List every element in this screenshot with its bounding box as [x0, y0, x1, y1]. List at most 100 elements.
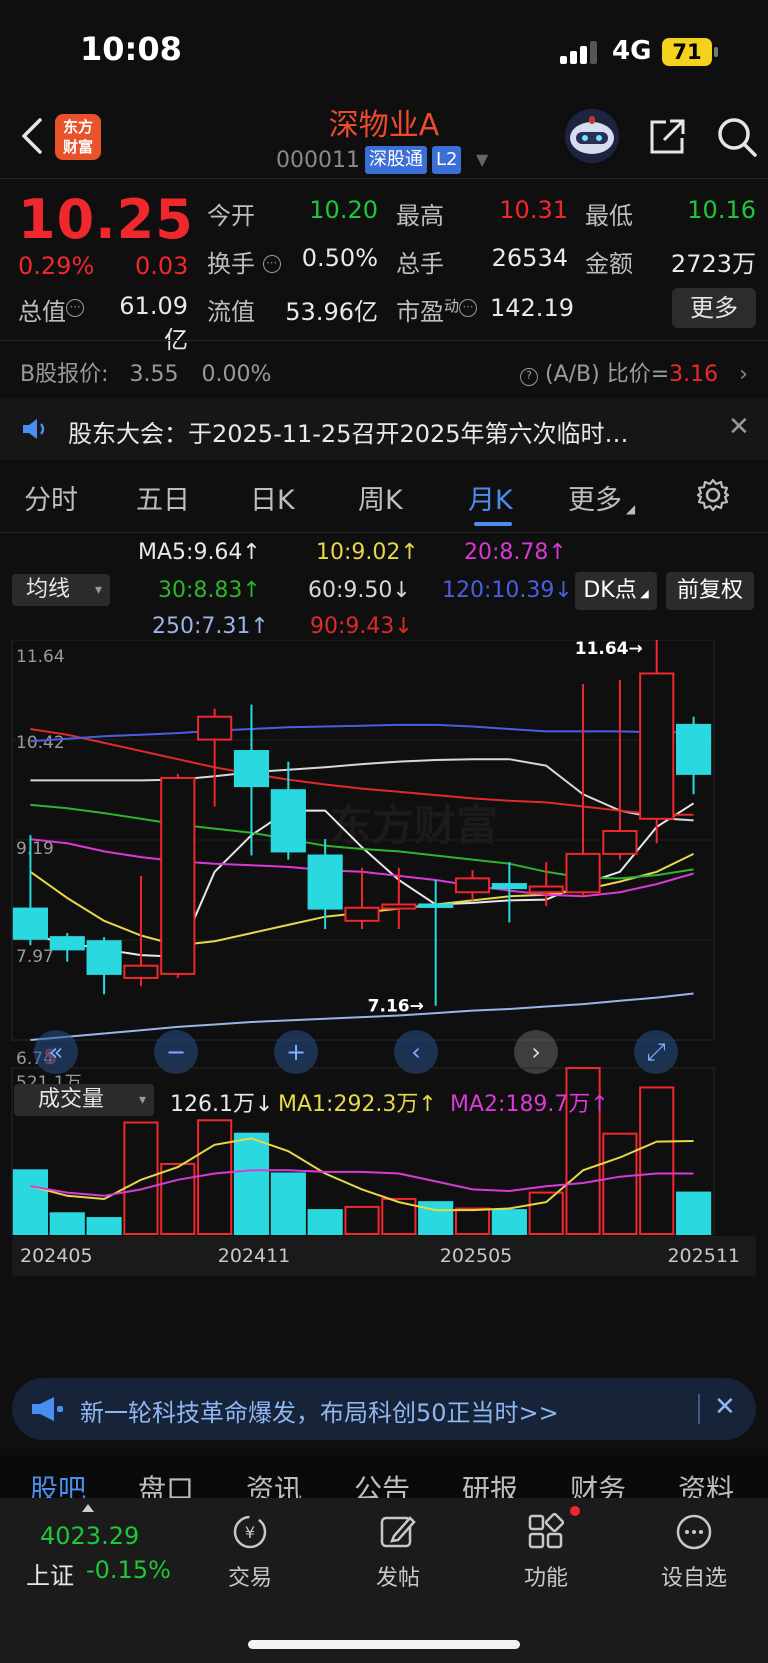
volume-bar [528, 1191, 564, 1235]
level2-tag: L2 [432, 146, 462, 174]
amount-label: 金额 [585, 250, 633, 278]
notification-dot [570, 1506, 580, 1516]
tab-weekly-k[interactable]: 周K [358, 478, 403, 517]
scroll-left-fast-icon[interactable]: « [34, 1030, 78, 1074]
tabs-divider [0, 532, 768, 533]
y-tick-label: 7.97 [16, 947, 54, 967]
b-share-row[interactable]: B股报价: 3.55 0.00% [20, 356, 271, 388]
k-line-chart[interactable]: 东方财富 11.64 10.42 9.19 7.97 6.74 S 11.64→… [0, 640, 768, 1370]
low-value: 10.16 [687, 196, 756, 224]
ma60-label: 60:9.50↓ [308, 578, 411, 603]
pe-dynamic-mark: 动 [444, 297, 460, 315]
compose-icon[interactable] [376, 1510, 420, 1554]
chevron-right-icon[interactable]: › [739, 362, 748, 387]
battery-icon: 71 [662, 38, 712, 66]
trade-icon[interactable]: ¥ [228, 1510, 272, 1554]
share-icon[interactable] [648, 116, 688, 156]
ma250-label: 250:7.31↑ [152, 614, 269, 639]
ma-line-ma120 [30, 723, 694, 743]
x-tick-label: 202411 [218, 1245, 291, 1267]
turnover-info-icon[interactable]: ⋯ [262, 255, 281, 273]
nav-functions[interactable]: 功能 [496, 1560, 596, 1592]
ab-ratio[interactable]: ? (A/B) 比价=3.16 › [520, 356, 748, 388]
index-value[interactable]: 4023.29 [40, 1522, 139, 1550]
stock-switch-icon[interactable]: ▼ [476, 150, 488, 169]
volume-bar [491, 1209, 527, 1235]
candle-body [381, 903, 417, 910]
notice-text[interactable]: 股东大会：于2025-11-25召开2025年第六次临时… [68, 414, 678, 449]
promo-separator [698, 1394, 700, 1424]
x-tick-label: 202511 [667, 1245, 740, 1267]
max-price-mark: 11.64→ [575, 640, 643, 659]
volume-bar [344, 1205, 380, 1236]
connect-tag: 深股通 [365, 146, 427, 174]
dk-point-button[interactable]: DK点 ◢ [575, 572, 657, 610]
scroll-left-icon[interactable]: ‹ [394, 1030, 438, 1074]
candle-body [197, 715, 233, 741]
volume-current: 126.1万↓ [170, 1092, 274, 1117]
adjust-mode-button[interactable]: 前复权 [666, 572, 754, 610]
mktcap-info-icon[interactable]: ⋯ [66, 299, 84, 317]
volume-value: 26534 [491, 244, 568, 272]
pe-info-icon[interactable]: ⋯ [459, 299, 478, 317]
nav-watchlist[interactable]: 设自选 [644, 1560, 744, 1592]
candle-body [676, 723, 712, 775]
close-icon[interactable]: ✕ [728, 412, 750, 442]
volume-bar [639, 1086, 675, 1236]
index-change[interactable]: -0.15% [86, 1556, 171, 1584]
volume-bar [602, 1132, 638, 1235]
candle-body [49, 936, 85, 951]
last-price: 10.25 [18, 188, 194, 251]
battery-tip [714, 47, 718, 57]
svg-text:«: « [49, 1038, 64, 1066]
tab-monthly-k[interactable]: 月K [468, 478, 513, 517]
more-quote-button[interactable]: 更多 [672, 288, 756, 328]
header-divider [0, 178, 768, 179]
zoom-out-icon[interactable]: − [154, 1030, 198, 1074]
min-price-mark: 7.16→ [368, 997, 424, 1017]
candle-body [528, 885, 564, 894]
y-tick-label: 10.42 [16, 733, 65, 753]
search-icon[interactable] [716, 116, 758, 158]
candle-body [639, 672, 675, 820]
volume-bar [454, 1207, 491, 1235]
volume-indicator-selector[interactable]: 成交量 [14, 1084, 154, 1116]
nav-post[interactable]: 发帖 [348, 1560, 448, 1592]
candle-body [307, 854, 343, 910]
candle-body [454, 877, 491, 894]
volume-bar [676, 1191, 712, 1235]
more-dots-icon[interactable] [672, 1510, 716, 1554]
volume-bar [233, 1132, 270, 1235]
float-cap-label: 流值 [207, 298, 255, 326]
scroll-right-icon[interactable]: › [514, 1030, 558, 1074]
x-axis-band [12, 1236, 756, 1276]
apps-icon[interactable] [524, 1510, 568, 1554]
promo-text[interactable]: 新一轮科技革命爆发，布局科创50正当时>> [80, 1393, 559, 1428]
ma-line-ma250 [30, 992, 694, 1041]
ab-ratio-label: (A/B) 比价= [545, 362, 670, 387]
tab-daily-k[interactable]: 日K [250, 478, 295, 517]
pe-label[interactable]: 市盈动 ⋯ [396, 292, 478, 327]
nav-trade[interactable]: 交易 [200, 1560, 300, 1592]
volume-bar [307, 1209, 343, 1235]
ab-ratio-value: 3.16 [669, 362, 719, 387]
fullscreen-icon[interactable]: ⤢ [634, 1030, 678, 1074]
expand-arrow-icon[interactable] [82, 1504, 94, 1512]
ma-selector[interactable]: 均线 [12, 574, 110, 606]
status-time: 10:08 [80, 30, 182, 68]
ma10-label: 10:9.02↑ [316, 540, 419, 565]
ai-robot-icon[interactable] [562, 108, 622, 164]
tab-five-day[interactable]: 五日 [136, 478, 190, 517]
cell-signal-icon [560, 40, 602, 64]
index-name[interactable]: 上证 [26, 1556, 74, 1591]
gear-icon[interactable] [696, 478, 730, 512]
close-icon[interactable]: ✕ [714, 1392, 736, 1422]
help-icon[interactable]: ? [520, 368, 538, 386]
candle-body [86, 940, 122, 975]
tab-intraday[interactable]: 分时 [24, 478, 78, 517]
y-tick-label: 11.64 [16, 647, 65, 667]
tab-more[interactable]: 更多 ◢ [568, 478, 635, 517]
mktcap-label[interactable]: 总值 ⋯ [18, 292, 84, 327]
turnover-label[interactable]: 换手 ⋯ [207, 244, 281, 279]
zoom-in-icon[interactable]: + [274, 1030, 318, 1074]
